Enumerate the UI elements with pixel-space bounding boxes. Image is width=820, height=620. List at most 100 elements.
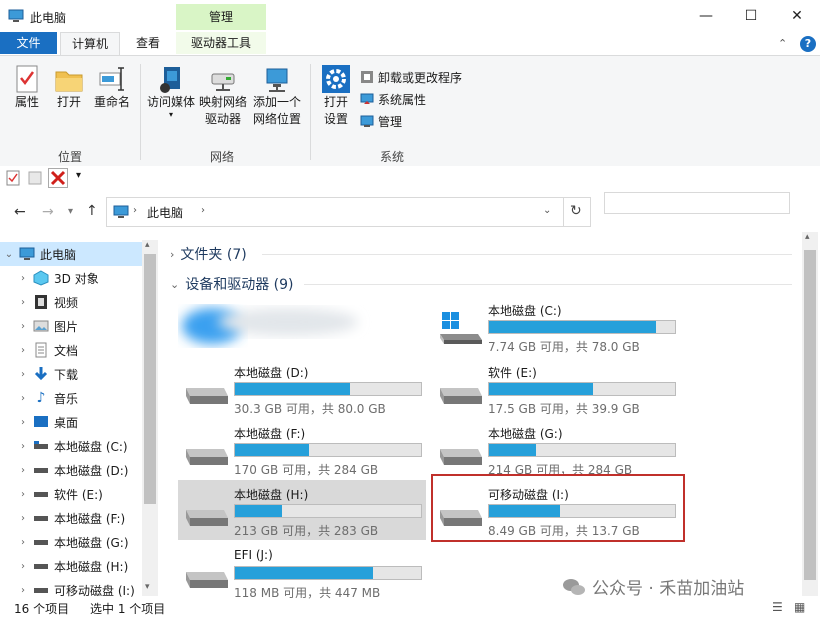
drive-tile-h[interactable]: 本地磁盘 (H:) 213 GB 可用，共 283 GB (178, 480, 426, 540)
expand-chevron-icon[interactable]: ⌄ (0, 249, 18, 260)
tiles-view-icon[interactable]: ▦ (794, 600, 805, 614)
nav-desktop[interactable]: › 桌面 (0, 410, 156, 434)
collapse-chevron-icon[interactable]: › (14, 393, 32, 404)
properties-button[interactable]: 属性 (8, 64, 46, 111)
drive-tile-f[interactable]: 本地磁盘 (F:) 170 GB 可用，共 284 GB (178, 419, 424, 477)
nav-drive-f[interactable]: › 本地磁盘 (F:) (0, 506, 156, 530)
new-folder-qat-icon[interactable] (28, 170, 42, 186)
collapse-chevron-icon[interactable]: › (170, 248, 174, 261)
add-location-label-2: 网络位置 (252, 112, 301, 126)
open-settings-button[interactable]: 打开 设置 (316, 64, 356, 128)
breadcrumb-chevron-icon[interactable]: › (201, 205, 205, 216)
uninstall-button[interactable]: 卸载或更改程序 (360, 66, 462, 88)
close-button[interactable]: ✕ (774, 0, 820, 32)
folders-section-header[interactable]: › 文件夹 (7) (170, 244, 247, 264)
drive-icon (32, 486, 50, 502)
maximize-button[interactable]: ☐ (728, 0, 774, 32)
drive-icon (186, 388, 228, 404)
tab-computer[interactable]: 计算机 (60, 32, 120, 55)
back-button[interactable]: ← (14, 204, 26, 220)
nav-drive-c[interactable]: › 本地磁盘 (C:) (0, 434, 156, 458)
collapse-chevron-icon[interactable]: › (14, 369, 32, 380)
nav-drive-d[interactable]: › 本地磁盘 (D:) (0, 458, 156, 482)
drive-icon (186, 572, 228, 588)
delete-qat-icon[interactable] (48, 168, 68, 188)
customize-qat-icon[interactable]: ▾ (76, 170, 81, 181)
collapse-chevron-icon[interactable]: › (14, 513, 32, 524)
map-drive-label-1: 映射网络 (198, 95, 247, 109)
content-scrollbar-thumb[interactable] (804, 250, 816, 580)
expand-chevron-icon[interactable]: ⌄ (170, 278, 179, 291)
address-dropdown-icon[interactable]: ⌄ (543, 205, 551, 216)
nav-downloads[interactable]: › 下载 (0, 362, 156, 386)
scroll-down-icon[interactable]: ▾ (145, 582, 150, 592)
manage-button[interactable]: 管理 (360, 110, 462, 132)
nav-pictures[interactable]: › 图片 (0, 314, 156, 338)
collapse-chevron-icon[interactable]: › (14, 465, 32, 476)
refresh-button[interactable]: ↻ (564, 197, 591, 227)
drive-icon (32, 510, 50, 526)
nav-scrollbar-thumb[interactable] (144, 254, 156, 504)
collapse-chevron-icon[interactable]: › (14, 585, 32, 596)
tab-file[interactable]: 文件 (0, 32, 57, 54)
nav-documents[interactable]: › 文档 (0, 338, 156, 362)
drive-tile-j[interactable]: EFI (J:) 118 MB 可用，共 447 MB (178, 542, 424, 600)
tab-view[interactable]: 查看 (128, 32, 168, 54)
help-icon[interactable]: ? (800, 36, 816, 52)
address-bar[interactable]: › 此电脑 › ⌄ (106, 197, 564, 227)
system-properties-button[interactable]: 系统属性 (360, 88, 462, 110)
collapse-chevron-icon[interactable]: › (14, 345, 32, 356)
rename-button[interactable]: 重命名 (90, 64, 134, 111)
drive-name: 软件 (E:) (488, 366, 537, 380)
collapse-chevron-icon[interactable]: › (14, 441, 32, 452)
nav-drive-g[interactable]: › 本地磁盘 (G:) (0, 530, 156, 554)
nav-drive-e[interactable]: › 软件 (E:) (0, 482, 156, 506)
drive-icon (32, 558, 50, 574)
breadcrumb-this-pc[interactable]: 此电脑 (147, 204, 183, 221)
add-network-location-button[interactable]: 添加一个 网络位置 (250, 64, 304, 128)
breadcrumb-chevron-icon[interactable]: › (133, 205, 137, 216)
collapse-chevron-icon[interactable]: › (14, 417, 32, 428)
properties-qat-icon[interactable] (6, 170, 20, 186)
collapse-chevron-icon[interactable]: › (14, 321, 32, 332)
collapse-ribbon-icon[interactable]: ⌃ (778, 37, 787, 50)
blurred-drive-item[interactable] (178, 300, 378, 348)
forward-button[interactable]: → (42, 204, 54, 220)
pictures-icon (32, 318, 50, 334)
collapse-chevron-icon[interactable]: › (14, 297, 32, 308)
tab-drive-tools[interactable]: 驱动器工具 (176, 32, 266, 54)
window-title: 此电脑 (30, 11, 67, 25)
drive-usage-bar (234, 566, 422, 580)
open-button[interactable]: 打开 (50, 64, 88, 111)
media-icon (160, 67, 180, 93)
nav-videos[interactable]: › 视频 (0, 290, 156, 314)
drive-tile-c[interactable]: 本地磁盘 (C:) 7.74 GB 可用，共 78.0 GB (432, 296, 678, 354)
collapse-chevron-icon[interactable]: › (14, 489, 32, 500)
collapse-chevron-icon[interactable]: › (14, 537, 32, 548)
map-network-drive-button[interactable]: 映射网络 驱动器 (196, 64, 250, 128)
devices-section-header[interactable]: ⌄ 设备和驱动器 (9) (170, 274, 294, 294)
nav-drive-h[interactable]: › 本地磁盘 (H:) (0, 554, 156, 578)
this-pc-icon (18, 246, 36, 262)
collapse-chevron-icon[interactable]: › (14, 273, 32, 284)
scroll-up-icon[interactable]: ▴ (805, 232, 810, 242)
search-input[interactable] (604, 192, 790, 214)
up-button[interactable]: ↑ (86, 203, 98, 219)
drive-space-info: 170 GB 可用，共 284 GB (234, 463, 379, 477)
nav-label: 本地磁盘 (H:) (54, 559, 129, 574)
details-view-icon[interactable]: ☰ (772, 600, 783, 614)
drive-tile-g[interactable]: 本地磁盘 (G:) 214 GB 可用，共 284 GB (432, 419, 678, 477)
nav-3d-objects[interactable]: › 3D 对象 (0, 266, 156, 290)
collapse-chevron-icon[interactable]: › (14, 561, 32, 572)
recent-locations-icon[interactable]: ▾ (68, 206, 73, 217)
item-count: 16 个项目 (14, 602, 70, 616)
scroll-up-icon[interactable]: ▴ (145, 240, 150, 250)
nav-label: 软件 (E:) (54, 487, 103, 502)
drive-tile-d[interactable]: 本地磁盘 (D:) 30.3 GB 可用，共 80.0 GB (178, 358, 424, 416)
drive-tile-e[interactable]: 软件 (E:) 17.5 GB 可用，共 39.9 GB (432, 358, 678, 416)
nav-music[interactable]: › ♪ 音乐 (0, 386, 156, 410)
properties-icon (16, 65, 38, 93)
minimize-button[interactable]: — (683, 0, 729, 32)
access-media-button[interactable]: 访问媒体 ▾ (144, 64, 198, 119)
nav-this-pc[interactable]: ⌄ 此电脑 (0, 242, 142, 266)
